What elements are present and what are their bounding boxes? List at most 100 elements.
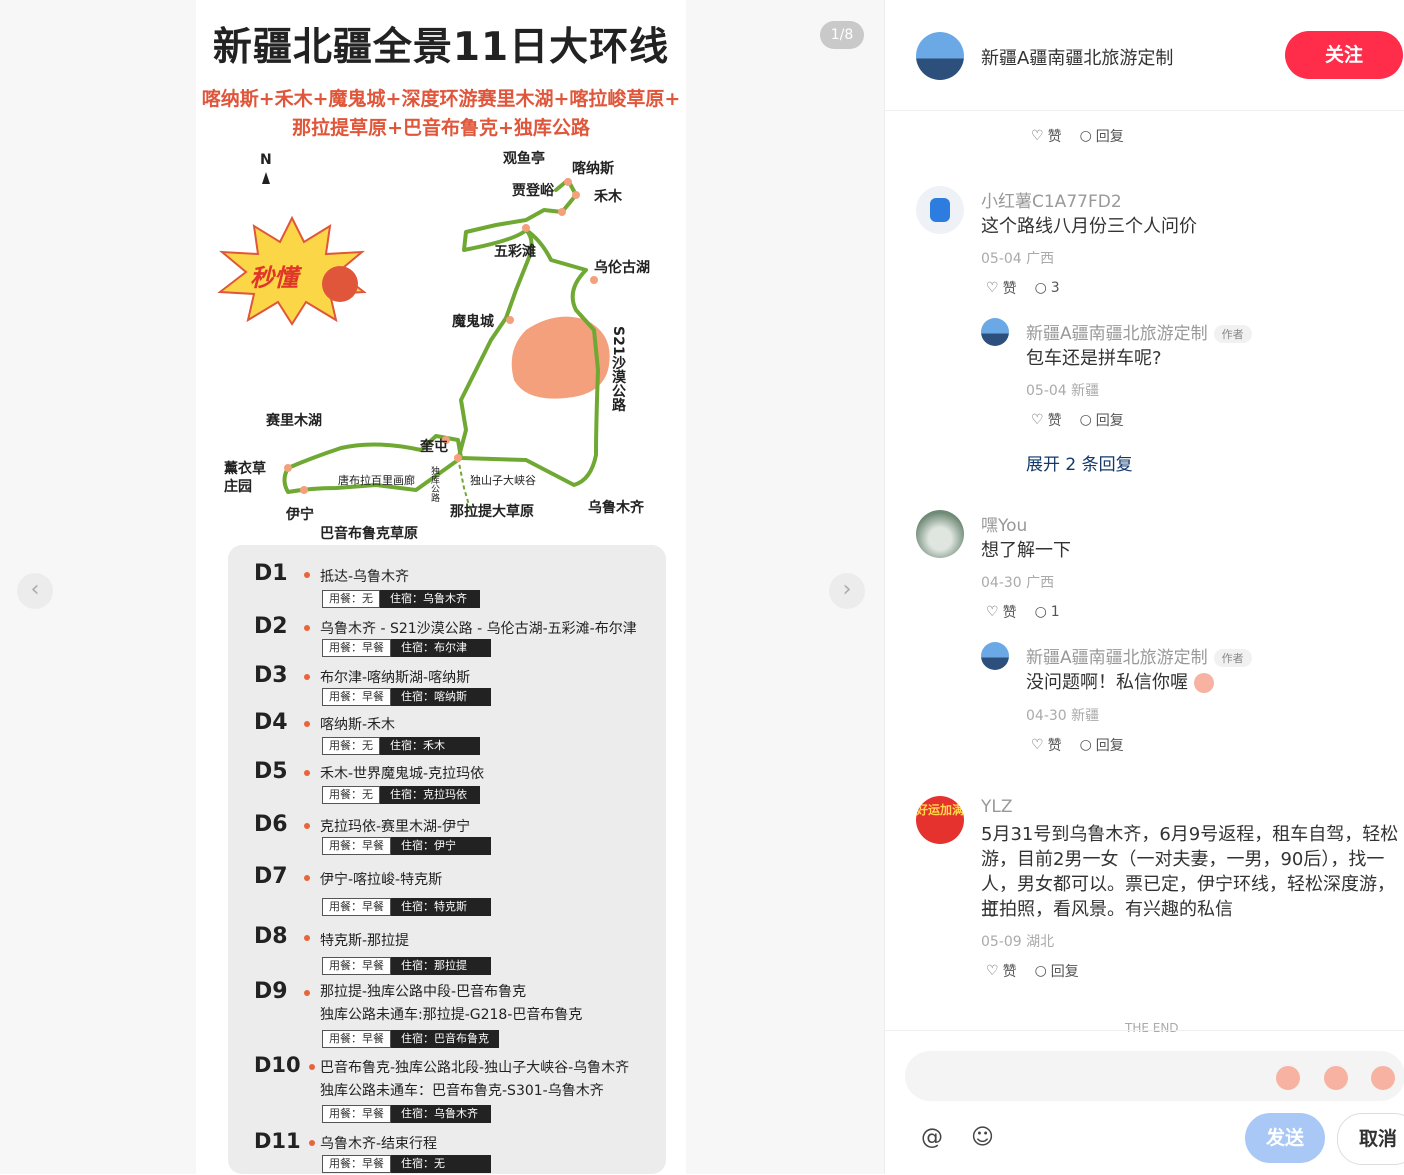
day-label: D3 bbox=[254, 663, 288, 688]
itinerary-panel: D1 抵达-乌鲁木齐 用餐：无 住宿：乌鲁木齐 D2 乌鲁木齐 - S21沙漠公路… bbox=[228, 545, 666, 1174]
day-route: 抵达-乌鲁木齐 bbox=[320, 569, 410, 585]
send-button[interactable]: 发送 bbox=[1245, 1113, 1325, 1163]
comment-meta: 05-09 湖北 bbox=[981, 934, 1055, 950]
day-stay: 住宿：无 bbox=[391, 1155, 491, 1173]
like-button[interactable]: ♡ 赞 bbox=[1031, 126, 1062, 146]
map-label-moguicheng: 魔鬼城 bbox=[452, 314, 494, 330]
reply-button[interactable]: ○ 1 bbox=[1035, 602, 1060, 622]
day-route: 那拉提-独库公路中段-巴音布鲁克 bbox=[320, 984, 527, 1000]
comment-meta: 05-04 广西 bbox=[981, 251, 1055, 267]
reply-button[interactable]: ○ 回复 bbox=[1080, 735, 1124, 755]
chevron-right-icon[interactable]: › bbox=[829, 573, 865, 609]
heart-icon: ♡ bbox=[1031, 412, 1044, 428]
reply-button[interactable]: ○ 回复 bbox=[1035, 961, 1079, 981]
map-label-jiadengyu: 贾登峪 bbox=[512, 183, 554, 199]
day-route: 布尔津-喀纳斯湖-喀纳斯 bbox=[320, 670, 471, 686]
map-label-hemu: 禾木 bbox=[594, 189, 622, 205]
at-icon[interactable]: @ bbox=[921, 1125, 943, 1150]
day-route: 伊宁-喀拉峻-特克斯 bbox=[320, 872, 443, 888]
day-label: D11 bbox=[254, 1129, 301, 1153]
cancel-button[interactable]: 取消 bbox=[1337, 1113, 1404, 1165]
day-label: D4 bbox=[254, 710, 288, 735]
map-label-guanyuting: 观鱼亭 bbox=[503, 151, 545, 167]
comment-composer: @ ☺ 发送 取消 bbox=[885, 1030, 1404, 1175]
reply-button[interactable]: ○ 回复 bbox=[1080, 410, 1124, 430]
map-label-dushanzi: 独山子大峡谷 bbox=[470, 474, 536, 487]
author-name[interactable]: 新疆A疆南疆北旅游定制 bbox=[981, 44, 1173, 70]
day-meal: 用餐：早餐 bbox=[322, 1105, 391, 1123]
reply-meta: 04-30 新疆 bbox=[1026, 708, 1100, 724]
reply-avatar[interactable] bbox=[981, 642, 1009, 670]
map-label-duku: 独库公路 bbox=[429, 466, 439, 502]
map-label-sailimu: 赛里木湖 bbox=[266, 413, 322, 429]
day-meal: 用餐：无 bbox=[322, 737, 380, 755]
comment-text-line: 5月31号到乌鲁木齐，6月9号返程，租车自驾，轻松 bbox=[981, 824, 1399, 845]
follow-button[interactable]: 关注 bbox=[1285, 31, 1403, 79]
comment-actions: ♡ 赞 ○ 回复 bbox=[1031, 126, 1124, 146]
commenter-avatar[interactable]: 好运加满 bbox=[916, 796, 964, 844]
day-label: D1 bbox=[254, 561, 288, 586]
map-label-wucaitan: 五彩滩 bbox=[494, 244, 536, 260]
like-button[interactable]: ♡ 赞 bbox=[986, 602, 1017, 622]
day-label: D9 bbox=[254, 979, 288, 1004]
commenter-avatar[interactable] bbox=[916, 186, 964, 234]
comment-actions: ♡ 赞 ○ 1 bbox=[986, 602, 1060, 622]
day-stay: 住宿：克拉玛依 bbox=[380, 786, 480, 804]
reply-avatar[interactable] bbox=[981, 318, 1009, 346]
comment-text: 想了解一下 bbox=[981, 540, 1071, 561]
emoji-icon[interactable] bbox=[1371, 1066, 1395, 1090]
day-label: D6 bbox=[254, 812, 288, 837]
day-meal: 用餐：早餐 bbox=[322, 1155, 391, 1173]
day-label: D7 bbox=[254, 864, 288, 889]
commenter-avatar[interactable] bbox=[916, 510, 964, 558]
chevron-left-icon[interactable]: ‹ bbox=[17, 573, 53, 609]
day-route: 特克斯-那拉提 bbox=[320, 933, 410, 949]
author-avatar[interactable] bbox=[916, 32, 964, 80]
comment-meta: 04-30 广西 bbox=[981, 575, 1055, 591]
map-label-s21: S21沙漠公路 bbox=[610, 326, 626, 412]
day-stay: 住宿：布尔津 bbox=[391, 639, 491, 657]
north-label: N bbox=[260, 152, 272, 168]
day-label: D10 bbox=[254, 1053, 301, 1077]
poster-title: 新疆北疆全景11日大环线 bbox=[212, 25, 670, 70]
day-route: 禾木-世界魔鬼城-克拉玛依 bbox=[320, 766, 485, 782]
day-meal: 用餐：早餐 bbox=[322, 837, 391, 855]
heart-icon: ♡ bbox=[986, 280, 999, 296]
day-route: 乌鲁木齐 - S21沙漠公路 - 乌伦古湖-五彩滩-布尔津 bbox=[320, 621, 637, 637]
day-meal: 用餐：无 bbox=[322, 590, 380, 608]
emoji-icon[interactable] bbox=[1324, 1066, 1348, 1090]
poster-subtitle-1: 喀纳斯+禾木+魔鬼城+深度环游赛里木湖+喀拉峻草原+ bbox=[201, 88, 681, 110]
day-route-alt: 独库公路未通车:那拉提-G218-巴音布鲁克 bbox=[320, 1007, 583, 1023]
day-stay: 住宿：禾木 bbox=[380, 737, 480, 755]
comment-text: 这个路线八月份三个人问价 bbox=[981, 216, 1197, 237]
poster-image: 新疆北疆全景11日大环线 喀纳斯+禾木+魔鬼城+深度环游赛里木湖+喀拉峻草原+ … bbox=[196, 0, 686, 1174]
reply-button[interactable]: ○ 回复 bbox=[1080, 126, 1124, 146]
day-meal: 用餐：早餐 bbox=[322, 898, 391, 916]
comment-icon: ○ bbox=[1079, 412, 1092, 428]
comment-author[interactable]: YLZ bbox=[981, 797, 1013, 817]
author-badge: 作者 bbox=[1213, 325, 1252, 343]
heart-icon: ♡ bbox=[986, 604, 999, 620]
reply-text: 包车还是拼车呢? bbox=[1026, 348, 1162, 369]
reply-text: 没问题啊！私信你喔 bbox=[1026, 670, 1214, 695]
like-button[interactable]: ♡ 赞 bbox=[986, 278, 1017, 298]
comments-panel: 新疆A疆南疆北旅游定制 关注 ♡ 赞 ○ 回复 小红薯C1A77FD2 这个路线八月… bbox=[884, 0, 1404, 1174]
like-button[interactable]: ♡ 赞 bbox=[1031, 735, 1062, 755]
day-stay: 住宿：巴音布鲁克 bbox=[391, 1030, 499, 1048]
map-label-wulumuqi: 乌鲁木齐 bbox=[588, 500, 644, 516]
image-counter: 1/8 bbox=[820, 21, 864, 49]
reply-author[interactable]: 新疆A疆南疆北旅游定制 作者 bbox=[1026, 319, 1252, 344]
comment-author[interactable]: 小红薯C1A77FD2 bbox=[981, 187, 1122, 212]
like-button[interactable]: ♡ 赞 bbox=[1031, 410, 1062, 430]
like-button[interactable]: ♡ 赞 bbox=[986, 961, 1017, 981]
emoji-icon[interactable] bbox=[1276, 1066, 1300, 1090]
expand-replies-link[interactable]: 展开 2 条回复 bbox=[1026, 450, 1133, 475]
day-stay: 住宿：特克斯 bbox=[391, 898, 491, 916]
comment-author[interactable]: 嘿You bbox=[981, 511, 1027, 536]
reply-button[interactable]: ○ 3 bbox=[1035, 278, 1060, 298]
smile-icon[interactable]: ☺ bbox=[971, 1125, 994, 1150]
day-route-alt: 独库公路未通车：巴音布鲁克-S301-乌鲁木齐 bbox=[320, 1083, 604, 1099]
reply-author[interactable]: 新疆A疆南疆北旅游定制 作者 bbox=[1026, 643, 1252, 668]
emoji-icon bbox=[1193, 673, 1214, 693]
map-label-tangbula: 唐布拉百里画廊 bbox=[338, 474, 415, 487]
